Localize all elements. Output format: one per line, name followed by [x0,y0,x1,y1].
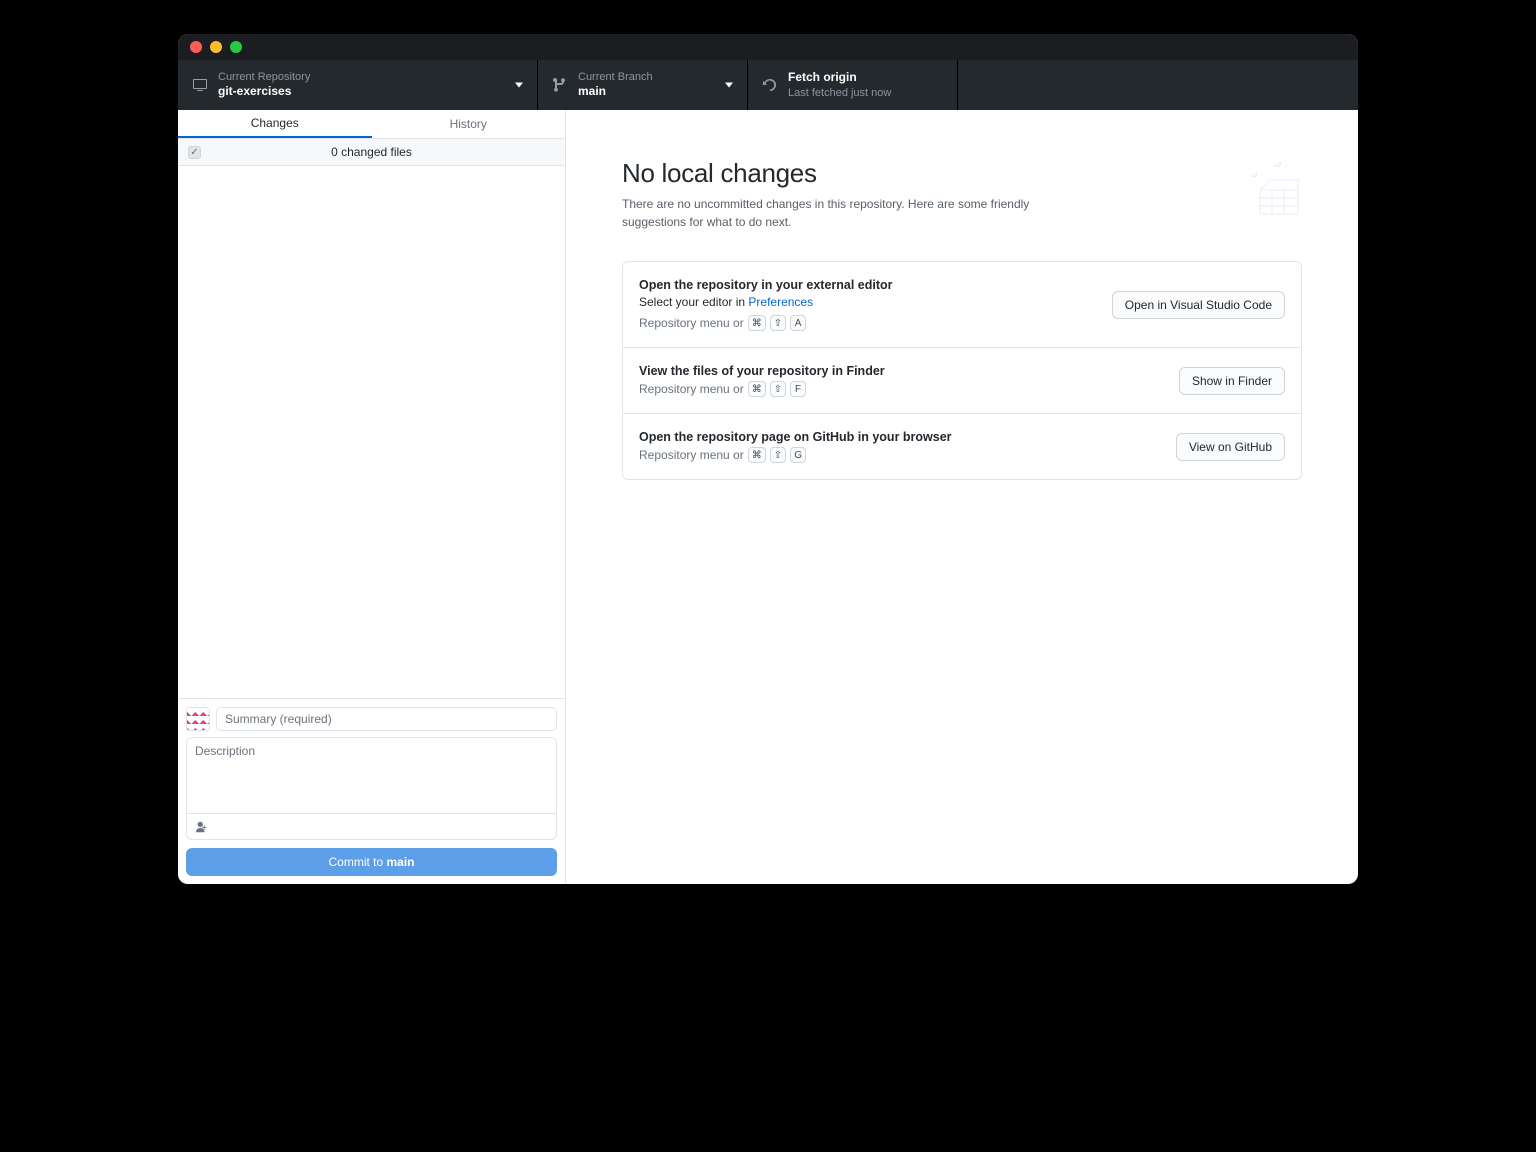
suggestions-card: Open the repository in your external edi… [622,261,1302,480]
caret-down-icon [515,83,523,88]
hint-prefix: Repository menu or [639,382,744,396]
changes-list [178,166,565,698]
branch-label: Current Branch [578,70,653,84]
suggestion-title: View the files of your repository in Fin… [639,364,885,378]
suggestion-view-github: Open the repository page on GitHub in yo… [623,414,1301,479]
commit-button-branch: main [387,855,415,869]
avatar[interactable] [186,707,210,731]
empty-state-illustration [1232,158,1302,218]
main-panel: No local changes There are no uncommitte… [566,110,1358,884]
toolbar: Current Repository git-exercises Current… [178,60,1358,110]
suggestion-open-editor: Open the repository in your external edi… [623,262,1301,348]
kbd: ⌘ [748,447,766,463]
commit-button-prefix: Commit to [328,855,386,869]
kbd: ⇧ [770,381,786,397]
open-in-editor-button[interactable]: Open in Visual Studio Code [1112,291,1285,319]
sidebar-tabs: Changes History [178,110,565,139]
minimize-window-button[interactable] [210,41,222,53]
kbd: A [790,315,806,331]
kbd: G [790,447,806,463]
commit-description-input[interactable] [187,738,556,810]
hint-prefix: Repository menu or [639,316,744,330]
changes-header: ✓ 0 changed files [178,139,565,166]
repo-name: git-exercises [218,84,310,100]
tab-history[interactable]: History [372,110,566,138]
preferences-link[interactable]: Preferences [748,295,813,309]
branch-name: main [578,84,653,100]
kbd: ⌘ [748,315,766,331]
commit-panel: Commit to main [178,698,565,884]
select-all-checkbox[interactable]: ✓ [188,146,201,159]
suggestion-title: Open the repository page on GitHub in yo… [639,430,952,444]
kbd: ⇧ [770,315,786,331]
app-window: Current Repository git-exercises Current… [178,34,1358,884]
fetch-subtitle: Last fetched just now [788,86,891,100]
kbd: ⌘ [748,381,766,397]
suggestion-title: Open the repository in your external edi… [639,278,893,292]
zoom-window-button[interactable] [230,41,242,53]
hint-prefix: Repository menu or [639,448,744,462]
current-branch-dropdown[interactable]: Current Branch main [538,60,748,110]
body: Changes History ✓ 0 changed files [178,110,1358,884]
sync-icon [762,77,778,93]
caret-down-icon [725,83,733,88]
titlebar [178,34,1358,60]
commit-summary-input[interactable] [216,707,557,731]
kbd: F [790,381,806,397]
show-in-finder-button[interactable]: Show in Finder [1179,367,1285,395]
fetch-title: Fetch origin [788,70,891,86]
suggestion-sub-prefix: Select your editor in [639,295,748,309]
page-title: No local changes [622,158,1082,189]
branch-icon [552,77,568,93]
page-subtitle: There are no uncommitted changes in this… [622,195,1082,231]
desktop-icon [192,77,208,93]
changes-count: 0 changed files [178,145,565,159]
add-coauthor-icon[interactable] [195,820,209,834]
close-window-button[interactable] [190,41,202,53]
current-repository-dropdown[interactable]: Current Repository git-exercises [178,60,538,110]
kbd: ⇧ [770,447,786,463]
view-on-github-button[interactable]: View on GitHub [1176,433,1285,461]
commit-button[interactable]: Commit to main [186,848,557,876]
repo-label: Current Repository [218,70,310,84]
tab-changes[interactable]: Changes [178,110,372,138]
fetch-origin-button[interactable]: Fetch origin Last fetched just now [748,60,958,110]
suggestion-show-finder: View the files of your repository in Fin… [623,348,1301,414]
sidebar: Changes History ✓ 0 changed files [178,110,566,884]
